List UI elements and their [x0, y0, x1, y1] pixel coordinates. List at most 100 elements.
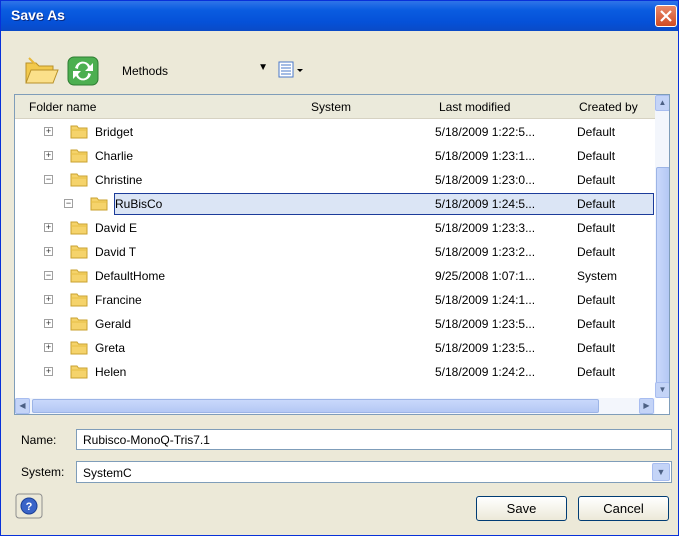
column-header-folder-name[interactable]: Folder name — [29, 100, 96, 114]
name-field[interactable] — [76, 429, 672, 450]
expander-icon[interactable]: − — [64, 199, 73, 208]
view-menu-icon — [278, 61, 303, 78]
folder-icon — [70, 244, 88, 259]
folder-icon — [90, 196, 108, 211]
vertical-scroll-thumb[interactable] — [656, 167, 669, 389]
folder-name: DefaultHome — [95, 269, 166, 283]
folder-name: Francine — [95, 293, 142, 307]
expander-icon[interactable]: + — [44, 295, 53, 304]
list-item[interactable]: − Christine 5/18/2009 1:23:0... Default — [15, 168, 655, 192]
scroll-right-button[interactable]: ▶ — [639, 398, 654, 414]
created-by: Default — [577, 173, 616, 187]
expander-icon[interactable]: + — [44, 127, 53, 136]
last-modified: 5/18/2009 1:24:5... — [435, 197, 536, 211]
selection-highlight — [114, 193, 654, 215]
scroll-down-button[interactable]: ▼ — [655, 382, 669, 398]
scroll-left-button[interactable]: ◀ — [15, 398, 30, 414]
folder-icon — [70, 124, 88, 139]
expander-icon[interactable]: + — [44, 367, 53, 376]
horizontal-scrollbar[interactable]: ◀ ▶ — [15, 398, 655, 414]
save-as-dialog: Save As Methods ▼ Folder name System Las… — [0, 0, 679, 536]
column-header-system[interactable]: System — [311, 100, 351, 114]
last-modified: 5/18/2009 1:23:5... — [435, 317, 536, 331]
folder-icon — [70, 148, 88, 163]
last-modified: 5/18/2009 1:23:2... — [435, 245, 536, 259]
created-by: Default — [577, 221, 616, 235]
expander-icon[interactable]: + — [44, 319, 53, 328]
expander-icon[interactable]: + — [44, 343, 53, 352]
created-by: Default — [577, 293, 616, 307]
list-item[interactable]: + Helen 5/18/2009 1:24:2... Default — [15, 360, 655, 384]
list-item[interactable]: + Bridget 5/18/2009 1:22:5... Default — [15, 120, 655, 144]
list-item[interactable]: + Greta 5/18/2009 1:23:5... Default — [15, 336, 655, 360]
created-by: Default — [577, 125, 616, 139]
list-item[interactable]: − RuBisCo 5/18/2009 1:24:5... Default — [15, 192, 655, 216]
title-bar[interactable]: Save As — [1, 1, 678, 31]
name-label: Name: — [21, 433, 57, 447]
last-modified: 5/18/2009 1:24:2... — [435, 365, 536, 379]
system-combo-value: SystemC — [83, 466, 132, 480]
last-modified: 5/18/2009 1:23:1... — [435, 149, 536, 163]
list-header: Folder name System Last modified Created… — [15, 95, 655, 119]
expander-icon[interactable]: + — [44, 151, 53, 160]
expander-icon[interactable]: + — [44, 223, 53, 232]
expander-icon[interactable]: − — [44, 175, 53, 184]
created-by: Default — [577, 317, 616, 331]
horizontal-scroll-thumb[interactable] — [32, 399, 599, 413]
folder-name: Greta — [95, 341, 126, 355]
folder-name: David E — [95, 221, 138, 235]
folder-combo[interactable]: Methods ▼ — [112, 60, 272, 82]
system-label: System: — [21, 465, 65, 479]
folder-list[interactable]: Folder name System Last modified Created… — [14, 94, 670, 415]
chevron-down-icon[interactable]: ▼ — [652, 463, 670, 481]
chevron-down-icon[interactable]: ▼ — [258, 62, 268, 73]
column-header-created-by[interactable]: Created by — [579, 100, 638, 114]
column-header-last-modified[interactable]: Last modified — [439, 100, 510, 114]
help-icon: ? — [15, 493, 43, 519]
created-by: Default — [577, 341, 616, 355]
folder-icon — [70, 340, 88, 355]
folder-icon — [70, 316, 88, 331]
folder-name: Charlie — [95, 149, 134, 163]
list-item[interactable]: + Francine 5/18/2009 1:24:1... Default — [15, 288, 655, 312]
list-item[interactable]: − DefaultHome 9/25/2008 1:07:1... System — [15, 264, 655, 288]
created-by: Default — [577, 245, 616, 259]
folder-icon — [70, 292, 88, 307]
cancel-button[interactable]: Cancel — [578, 496, 669, 521]
list-item[interactable]: + David E 5/18/2009 1:23:3... Default — [15, 216, 655, 240]
created-by: Default — [577, 197, 616, 211]
folder-icon — [70, 172, 88, 187]
close-icon — [660, 10, 672, 22]
folder-name: RuBisCo — [115, 197, 163, 211]
svg-text:?: ? — [26, 501, 33, 513]
list-item[interactable]: + David T 5/18/2009 1:23:2... Default — [15, 240, 655, 264]
folder-name: Gerald — [95, 317, 132, 331]
folder-icon — [70, 268, 88, 283]
folder-name: Helen — [95, 365, 127, 379]
last-modified: 5/18/2009 1:23:0... — [435, 173, 536, 187]
close-button[interactable] — [655, 5, 677, 27]
help-button[interactable]: ? — [15, 493, 43, 519]
vertical-scrollbar[interactable]: ▲ ▼ — [655, 95, 669, 398]
view-menu-button[interactable] — [277, 60, 307, 82]
system-combo[interactable]: SystemC ▼ — [76, 461, 672, 483]
folder-icon — [70, 220, 88, 235]
folder-name: Christine — [95, 173, 143, 187]
last-modified: 5/18/2009 1:23:3... — [435, 221, 536, 235]
save-button[interactable]: Save — [476, 496, 567, 521]
open-folder-icon[interactable] — [23, 54, 59, 88]
expander-icon[interactable]: + — [44, 247, 53, 256]
refresh-icon[interactable] — [65, 54, 101, 88]
last-modified: 5/18/2009 1:22:5... — [435, 125, 536, 139]
folder-name: Bridget — [95, 125, 134, 139]
list-item[interactable]: + Gerald 5/18/2009 1:23:5... Default — [15, 312, 655, 336]
folder-icon — [70, 364, 88, 379]
folder-name: David T — [95, 245, 137, 259]
expander-icon[interactable]: − — [44, 271, 53, 280]
created-by: System — [577, 269, 618, 283]
folder-combo-value: Methods — [122, 64, 169, 78]
list-item[interactable]: + Charlie 5/18/2009 1:23:1... Default — [15, 144, 655, 168]
last-modified: 9/25/2008 1:07:1... — [435, 269, 536, 283]
scroll-up-button[interactable]: ▲ — [655, 95, 669, 111]
created-by: Default — [577, 149, 616, 163]
